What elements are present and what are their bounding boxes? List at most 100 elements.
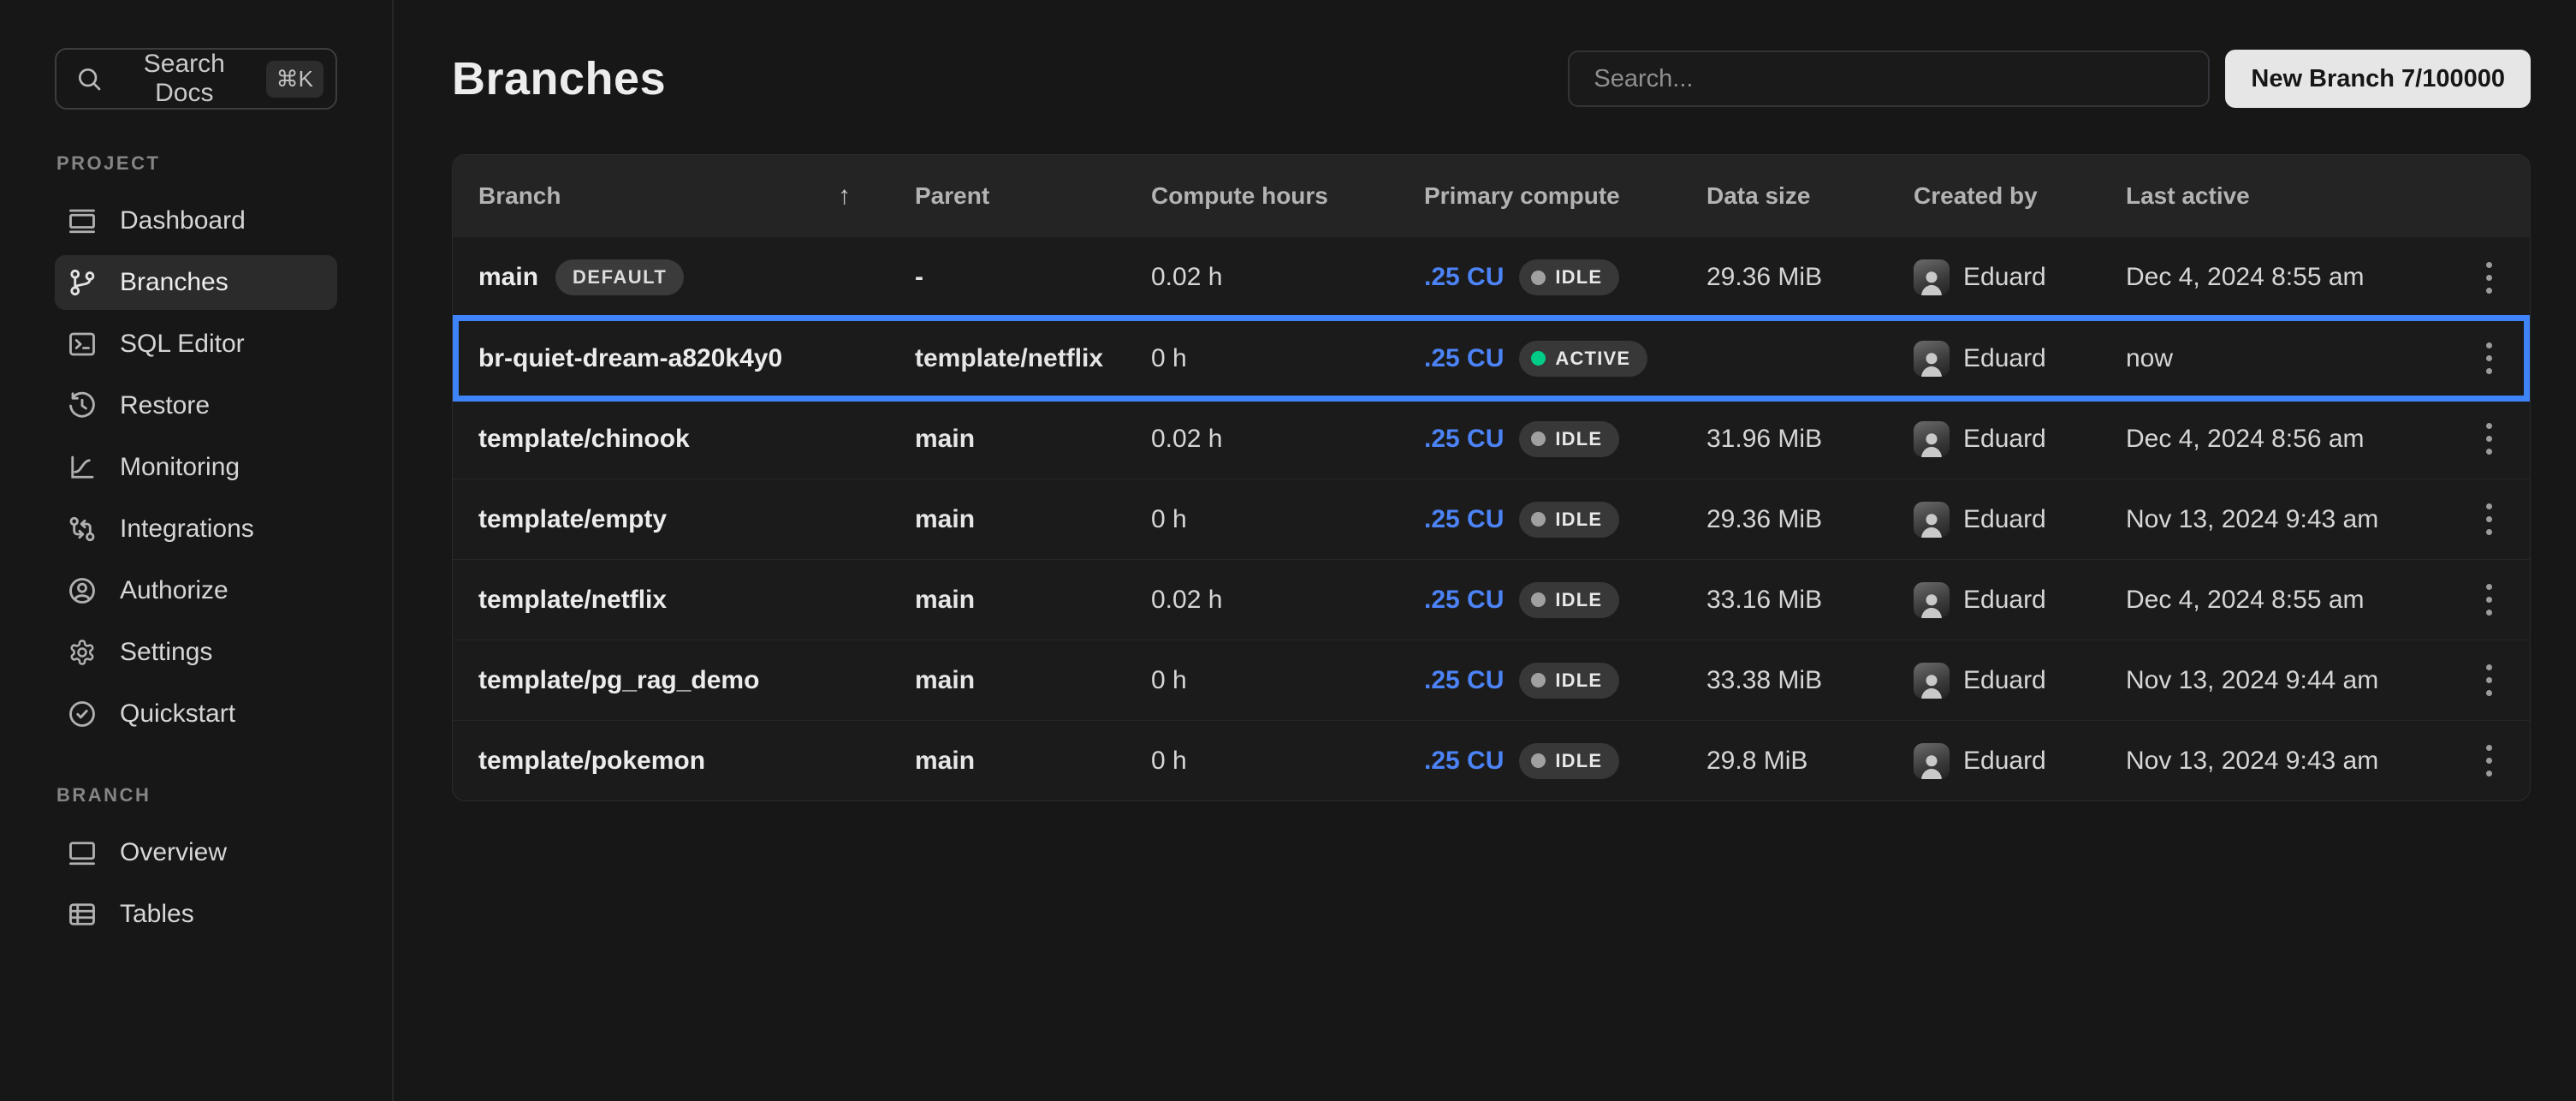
table-row[interactable]: template/pg_rag_demo main 0 h .25 CU IDL… xyxy=(453,640,2530,720)
sidebar-item-label: Integrations xyxy=(120,515,254,544)
section-label: PROJECT xyxy=(55,152,337,175)
sidebar-item-label: Tables xyxy=(120,900,194,929)
sidebar-section-branch: BRANCH Overview Tables xyxy=(55,784,337,942)
compute-size-link[interactable]: .25 CU xyxy=(1424,425,1504,454)
status-badge: ACTIVE xyxy=(1519,341,1647,377)
sidebar-item-sql-editor[interactable]: SQL Editor xyxy=(55,317,337,372)
created-by-cell: Eduard xyxy=(1963,344,2046,373)
compute-size-link[interactable]: .25 CU xyxy=(1424,586,1504,615)
last-active-cell: Nov 13, 2024 9:44 am xyxy=(2126,666,2448,695)
table-row-selected[interactable]: br-quiet-dream-a820k4y0 template/netflix… xyxy=(453,318,2530,398)
column-header-created-by[interactable]: Created by xyxy=(1914,182,2126,210)
page-title: Branches xyxy=(452,52,666,105)
branch-name: template/pg_rag_demo xyxy=(478,666,759,695)
table-row[interactable]: template/chinook main 0.02 h .25 CU IDLE… xyxy=(453,398,2530,479)
compute-size-link[interactable]: .25 CU xyxy=(1424,505,1504,534)
sidebar-item-integrations[interactable]: Integrations xyxy=(55,502,337,556)
row-menu-button[interactable] xyxy=(2476,574,2502,626)
idle-dot-icon xyxy=(1531,673,1546,687)
row-menu-button[interactable] xyxy=(2476,654,2502,706)
parent-cell: - xyxy=(915,263,1151,292)
search-icon xyxy=(75,65,103,92)
table-row[interactable]: main DEFAULT - 0.02 h .25 CU IDLE 29.36 … xyxy=(453,237,2530,318)
table-row[interactable]: template/netflix main 0.02 h .25 CU IDLE… xyxy=(453,559,2530,640)
parent-cell: main xyxy=(915,425,1151,454)
column-header-last-active[interactable]: Last active xyxy=(2126,182,2448,210)
compute-size-link[interactable]: .25 CU xyxy=(1424,263,1504,292)
branch-name: template/empty xyxy=(478,505,667,534)
sidebar-item-label: Monitoring xyxy=(120,453,240,482)
created-by-cell: Eduard xyxy=(1963,263,2046,292)
sidebar-item-label: Restore xyxy=(120,391,210,420)
data-size-cell: 29.8 MiB xyxy=(1706,747,1914,776)
idle-dot-icon xyxy=(1531,271,1546,285)
table-row[interactable]: template/pokemon main 0 h .25 CU IDLE 29… xyxy=(453,720,2530,800)
sidebar-item-monitoring[interactable]: Monitoring xyxy=(55,440,337,495)
branch-search-input[interactable] xyxy=(1568,51,2210,107)
sidebar-item-overview[interactable]: Overview xyxy=(55,825,337,880)
section-label: BRANCH xyxy=(55,784,337,806)
sidebar-item-quickstart[interactable]: Quickstart xyxy=(55,687,337,741)
sidebar-section-project: PROJECT Dashboard Branches SQL Editor Re… xyxy=(55,152,337,741)
sidebar-item-authorize[interactable]: Authorize xyxy=(55,563,337,618)
last-active-cell: Dec 4, 2024 8:55 am xyxy=(2126,586,2448,615)
row-menu-button[interactable] xyxy=(2476,413,2502,465)
sidebar-item-branches[interactable]: Branches xyxy=(55,255,337,310)
table-grid-icon xyxy=(67,899,98,930)
sidebar-item-tables[interactable]: Tables xyxy=(55,887,337,942)
status-badge: IDLE xyxy=(1519,582,1619,618)
idle-dot-icon xyxy=(1531,512,1546,527)
check-circle-icon xyxy=(67,699,98,729)
branch-name: template/netflix xyxy=(478,586,667,615)
avatar xyxy=(1914,582,1950,618)
sidebar-item-label: SQL Editor xyxy=(120,330,245,359)
column-header-branch[interactable]: Branch xyxy=(478,182,561,210)
avatar xyxy=(1914,341,1950,377)
user-circle-icon xyxy=(67,575,98,606)
sidebar-item-settings[interactable]: Settings xyxy=(55,625,337,680)
branches-table: Branch ↑ Parent Compute hours Primary co… xyxy=(452,154,2531,801)
avatar xyxy=(1914,259,1950,295)
row-menu-button[interactable] xyxy=(2476,332,2502,384)
compute-size-link[interactable]: .25 CU xyxy=(1424,747,1504,776)
sidebar-item-label: Quickstart xyxy=(120,699,235,729)
compute-hours-cell: 0.02 h xyxy=(1151,425,1424,454)
status-badge: IDLE xyxy=(1519,502,1619,538)
row-menu-button[interactable] xyxy=(2476,252,2502,304)
active-dot-icon xyxy=(1531,351,1546,366)
search-shortcut-badge: ⌘K xyxy=(266,61,323,98)
line-chart-icon xyxy=(67,452,98,483)
app-root: Search Docs ⌘K PROJECT Dashboard Branche… xyxy=(0,0,2576,1101)
row-menu-button[interactable] xyxy=(2476,735,2502,787)
compute-size-link[interactable]: .25 CU xyxy=(1424,666,1504,695)
integrations-icon xyxy=(67,514,98,545)
sidebar-item-dashboard[interactable]: Dashboard xyxy=(55,193,337,248)
sidebar-item-restore[interactable]: Restore xyxy=(55,378,337,433)
sidebar-item-label: Branches xyxy=(120,268,229,297)
new-branch-button[interactable]: New Branch 7/100000 xyxy=(2225,50,2531,108)
data-size-cell: 33.38 MiB xyxy=(1706,666,1914,695)
column-header-parent[interactable]: Parent xyxy=(915,182,1151,210)
column-header-compute-hours[interactable]: Compute hours xyxy=(1151,182,1424,210)
sidebar-item-label: Overview xyxy=(120,838,227,867)
column-header-data-size[interactable]: Data size xyxy=(1706,182,1914,210)
compute-size-link[interactable]: .25 CU xyxy=(1424,344,1504,373)
compute-hours-cell: 0 h xyxy=(1151,666,1424,695)
table-row[interactable]: template/empty main 0 h .25 CU IDLE 29.3… xyxy=(453,479,2530,559)
last-active-cell: Dec 4, 2024 8:56 am xyxy=(2126,425,2448,454)
parent-cell: main xyxy=(915,666,1151,695)
data-size-cell: 33.16 MiB xyxy=(1706,586,1914,615)
search-docs-button[interactable]: Search Docs ⌘K xyxy=(55,48,337,110)
created-by-cell: Eduard xyxy=(1963,666,2046,695)
default-badge: DEFAULT xyxy=(555,259,684,295)
status-badge: IDLE xyxy=(1519,259,1619,295)
compute-hours-cell: 0 h xyxy=(1151,344,1424,373)
row-menu-button[interactable] xyxy=(2476,493,2502,545)
branch-name: template/pokemon xyxy=(478,747,705,776)
sort-ascending-icon[interactable]: ↑ xyxy=(838,182,851,211)
column-header-primary-compute[interactable]: Primary compute xyxy=(1424,182,1706,210)
data-size-cell: 31.96 MiB xyxy=(1706,425,1914,454)
parent-cell: main xyxy=(915,586,1151,615)
terminal-icon xyxy=(67,329,98,360)
status-badge: IDLE xyxy=(1519,663,1619,699)
